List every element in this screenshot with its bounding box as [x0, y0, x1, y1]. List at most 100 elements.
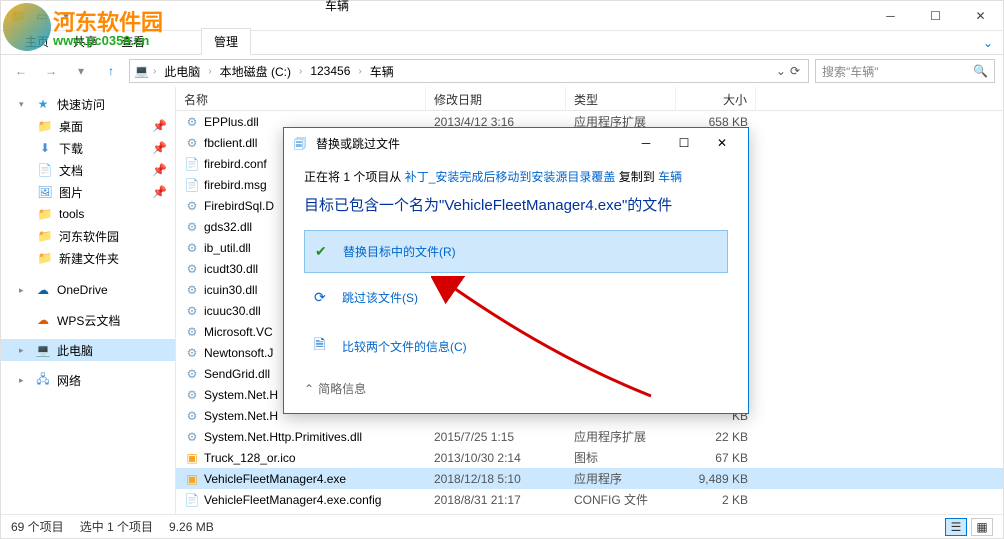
file-date: 2018/12/18 5:10: [426, 472, 566, 486]
pin-icon: 📌: [152, 163, 175, 177]
sidebar-item-newfolder[interactable]: 📁新建文件夹: [1, 247, 175, 269]
nav-back-button[interactable]: ←: [9, 59, 33, 83]
tab-view[interactable]: 查看: [109, 29, 157, 54]
file-icon: ⚙: [184, 198, 200, 214]
minimize-button[interactable]: ─: [868, 1, 913, 31]
file-icon: ⚙: [184, 261, 200, 277]
copy-source-link[interactable]: 补丁_安装完成后移动到安装源目录覆盖: [405, 170, 616, 184]
tab-share[interactable]: 共享: [61, 29, 109, 54]
dialog-copy-text: 正在将 1 个项目从 补丁_安装完成后移动到安装源目录覆盖 复制到 车辆: [304, 168, 728, 185]
status-size: 9.26 MB: [169, 520, 214, 534]
sidebar-network[interactable]: ▸🖧网络: [1, 369, 175, 391]
status-selected: 选中 1 个项目: [80, 518, 153, 535]
sidebar-item-hedong[interactable]: 📁河东软件园: [1, 225, 175, 247]
sidebar-item-pictures[interactable]: 🖼图片📌: [1, 181, 175, 203]
chevron-right-icon[interactable]: ›: [151, 66, 158, 77]
tab-home[interactable]: 主页: [13, 29, 61, 54]
file-icon: ▣: [184, 471, 200, 487]
file-name: EPPlus.dll: [204, 115, 259, 129]
sidebar-item-desktop[interactable]: 📁桌面📌: [1, 115, 175, 137]
qat-properties-icon[interactable]: ▭: [33, 7, 51, 25]
view-details-button[interactable]: ☰: [945, 518, 967, 536]
option-replace[interactable]: ✔ 替换目标中的文件(R): [304, 230, 728, 273]
file-type: CONFIG 文件: [566, 491, 676, 508]
chevron-up-icon: ⌃: [304, 382, 314, 396]
file-name: VehicleFleetManager4.exe: [204, 472, 346, 486]
file-icon: ⚙: [184, 219, 200, 235]
file-name: icuin30.dll: [204, 283, 257, 297]
file-icon: 📄: [184, 177, 200, 193]
sidebar-item-documents[interactable]: 📄文档📌: [1, 159, 175, 181]
nav-history-button[interactable]: ▾: [69, 59, 93, 83]
copy-dest-link[interactable]: 车辆: [658, 170, 682, 184]
chevron-right-icon[interactable]: ›: [356, 66, 363, 77]
file-type: 图标: [566, 449, 676, 466]
nav-up-button[interactable]: ↑: [99, 59, 123, 83]
file-name: firebird.msg: [204, 178, 267, 192]
window-titlebar: 📁 ▭ ▾ 应用程序工具 车辆 ─ ☐ ✕: [1, 1, 1003, 31]
crumb-thispc[interactable]: 此电脑: [160, 61, 204, 82]
col-type[interactable]: 类型: [566, 87, 676, 110]
status-bar: 69 个项目 选中 1 个项目 9.26 MB ☰ ▦: [1, 514, 1003, 538]
file-icon: ▣: [184, 450, 200, 466]
file-icon: ⚙: [184, 303, 200, 319]
maximize-button[interactable]: ☐: [913, 1, 958, 31]
less-info-toggle[interactable]: ⌃ 简略信息: [304, 380, 728, 397]
chevron-right-icon[interactable]: ›: [297, 66, 304, 77]
dialog-close-button[interactable]: ✕: [712, 136, 732, 150]
tab-manage[interactable]: 管理: [201, 28, 251, 55]
view-icons-button[interactable]: ▦: [971, 518, 993, 536]
file-name: VehicleFleetManager4.exe.config: [204, 493, 381, 507]
file-row[interactable]: ▣ VehicleFleetManager4.exe 2018/12/18 5:10…: [176, 468, 1003, 489]
col-name[interactable]: 名称: [176, 87, 426, 110]
col-size[interactable]: 大小: [676, 87, 756, 110]
col-date[interactable]: 修改日期: [426, 87, 566, 110]
file-name: System.Net.Http.Primitives.dll: [204, 430, 362, 444]
nav-forward-button: →: [39, 59, 63, 83]
column-headers[interactable]: 名称 修改日期 类型 大小: [176, 87, 1003, 111]
addr-dropdown-icon[interactable]: ⌄: [776, 64, 786, 78]
pc-icon: 💻: [35, 342, 51, 358]
file-size: 2 KB: [676, 493, 756, 507]
sidebar-thispc[interactable]: ▸💻此电脑: [1, 339, 175, 361]
chevron-right-icon[interactable]: ›: [206, 66, 213, 77]
qat-newfolder-icon[interactable]: ▾: [57, 7, 75, 25]
file-name: Microsoft.VC: [204, 325, 273, 339]
dialog-maximize-button[interactable]: ☐: [674, 136, 694, 150]
crumb-folder2[interactable]: 车辆: [366, 61, 398, 82]
folder-icon: 📁: [37, 118, 53, 134]
folder-icon: 📁: [37, 228, 53, 244]
sidebar-wps[interactable]: ☁WPS云文档: [1, 309, 175, 331]
file-name: fbclient.dll: [204, 136, 257, 150]
pin-icon: 📌: [152, 141, 175, 155]
dialog-minimize-button[interactable]: ─: [636, 136, 656, 150]
file-row[interactable]: 📄VehicleFleetManager4.exe.config2018/8/3…: [176, 489, 1003, 510]
ribbon-expand-icon[interactable]: ⌄: [973, 32, 1003, 54]
file-name: System.Net.H: [204, 388, 278, 402]
crumb-drive[interactable]: 本地磁盘 (C:): [216, 61, 295, 82]
file-name: firebird.conf: [204, 157, 267, 171]
breadcrumb[interactable]: 💻 › 此电脑 › 本地磁盘 (C:) › 123456 › 车辆 ⌄ ⟳: [129, 59, 809, 83]
check-icon: ✔: [315, 243, 333, 260]
pin-icon: 📌: [152, 119, 175, 133]
file-name: ib_util.dll: [204, 241, 251, 255]
context-tab-vehicles[interactable]: 车辆: [313, 0, 361, 18]
dialog-icon: 🗐: [294, 135, 310, 151]
file-icon: ⚙: [184, 324, 200, 340]
sidebar-quick-access[interactable]: ▾★快速访问: [1, 93, 175, 115]
file-name: gds32.dll: [204, 220, 252, 234]
file-row[interactable]: ⚙System.Net.Http.Primitives.dll2015/7/25…: [176, 426, 1003, 447]
file-icon: ⚙: [184, 408, 200, 424]
file-row[interactable]: ▣Truck_128_or.ico2013/10/30 2:14图标67 KB: [176, 447, 1003, 468]
refresh-icon[interactable]: ⟳: [790, 64, 800, 78]
option-skip[interactable]: ⟳ 跳过该文件(S): [304, 277, 728, 318]
search-input[interactable]: 搜索"车辆" 🔍: [815, 59, 995, 83]
option-compare[interactable]: 🗎 比较两个文件的信息(C): [304, 322, 728, 370]
file-icon: ⚙: [184, 387, 200, 403]
network-icon: 🖧: [35, 372, 51, 388]
sidebar-item-downloads[interactable]: ⬇下载📌: [1, 137, 175, 159]
close-button[interactable]: ✕: [958, 1, 1003, 31]
sidebar-onedrive[interactable]: ▸☁OneDrive: [1, 279, 175, 301]
sidebar-item-tools[interactable]: 📁tools: [1, 203, 175, 225]
crumb-folder1[interactable]: 123456: [306, 62, 354, 80]
